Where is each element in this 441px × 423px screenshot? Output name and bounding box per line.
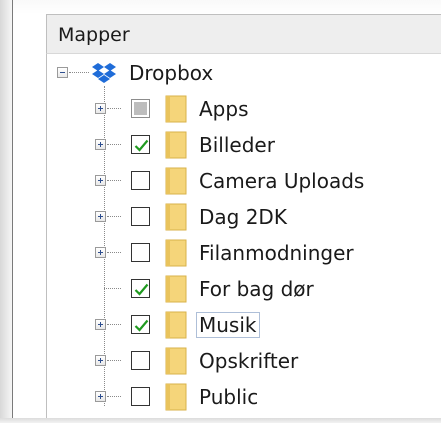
folder-row[interactable]: For bag dør bbox=[0, 272, 441, 308]
expand-toggle-icon[interactable] bbox=[95, 355, 106, 366]
folder-checkbox[interactable] bbox=[131, 315, 150, 334]
top-fade bbox=[13, 0, 441, 14]
folder-label[interactable]: Opskrifter bbox=[196, 348, 301, 374]
folder-label[interactable]: Apps bbox=[196, 96, 252, 122]
folder-row[interactable]: Billeder bbox=[0, 128, 441, 164]
checkmark-icon bbox=[134, 139, 149, 152]
expand-toggle-icon[interactable] bbox=[95, 319, 106, 330]
folders-header: Mapper bbox=[46, 14, 441, 54]
folder-row[interactable]: Camera Uploads bbox=[0, 164, 441, 200]
folder-icon bbox=[165, 203, 187, 231]
folder-row[interactable]: Public bbox=[0, 380, 441, 416]
folder-row[interactable]: Musik bbox=[0, 308, 441, 344]
folder-label[interactable]: For bag dør bbox=[196, 276, 317, 302]
root-label[interactable]: Dropbox bbox=[126, 60, 216, 86]
folder-icon bbox=[165, 239, 187, 267]
folder-icon bbox=[165, 311, 187, 339]
folder-icon bbox=[165, 167, 187, 195]
folder-checkbox[interactable] bbox=[131, 171, 150, 190]
folder-checkbox[interactable] bbox=[131, 99, 150, 118]
folder-icon bbox=[165, 95, 187, 123]
tree-connector bbox=[107, 108, 121, 110]
tree-connector bbox=[107, 396, 121, 398]
folder-row[interactable]: Filanmodninger bbox=[0, 236, 441, 272]
collapse-toggle-icon[interactable] bbox=[57, 67, 68, 78]
tree-connector bbox=[69, 72, 89, 74]
expand-toggle-icon[interactable] bbox=[95, 175, 106, 186]
folder-icon bbox=[165, 347, 187, 375]
tree-connector bbox=[107, 252, 121, 254]
expand-toggle-icon[interactable] bbox=[95, 391, 106, 402]
tree-connector bbox=[107, 216, 121, 218]
folder-label[interactable]: Filanmodninger bbox=[196, 240, 357, 266]
folder-row[interactable]: Opskrifter bbox=[0, 344, 441, 380]
tree-connector bbox=[107, 180, 121, 182]
bottom-edge-shadow bbox=[0, 418, 441, 423]
tree-connector bbox=[107, 324, 121, 326]
dropbox-icon bbox=[92, 63, 116, 83]
folder-checkbox[interactable] bbox=[131, 351, 150, 370]
folder-checkbox[interactable] bbox=[131, 279, 150, 298]
expand-toggle-icon[interactable] bbox=[95, 247, 106, 258]
tree-root-dropbox[interactable]: Dropbox bbox=[0, 56, 441, 92]
folder-checkbox[interactable] bbox=[131, 243, 150, 262]
checkmark-icon bbox=[134, 283, 149, 296]
folders-header-title: Mapper bbox=[58, 24, 130, 46]
folder-icon bbox=[165, 131, 187, 159]
folder-checkbox[interactable] bbox=[131, 387, 150, 406]
expand-toggle-icon[interactable] bbox=[95, 103, 106, 114]
expand-toggle-icon[interactable] bbox=[95, 139, 106, 150]
folder-label[interactable]: Billeder bbox=[196, 132, 278, 158]
folder-icon bbox=[165, 275, 187, 303]
folder-selection-window: Mapper Dropbox Apps Billeder Camera Upload… bbox=[0, 0, 441, 423]
folder-label[interactable]: Dag 2DK bbox=[196, 204, 290, 230]
folder-row[interactable]: Dag 2DK bbox=[0, 200, 441, 236]
folder-label[interactable]: Public bbox=[196, 384, 261, 410]
folder-checkbox[interactable] bbox=[131, 207, 150, 226]
folder-label[interactable]: Camera Uploads bbox=[196, 168, 367, 194]
folder-checkbox[interactable] bbox=[131, 135, 150, 154]
folder-row[interactable]: Apps bbox=[0, 92, 441, 128]
folder-icon bbox=[165, 383, 187, 411]
checkmark-icon bbox=[134, 319, 149, 332]
expand-toggle-icon[interactable] bbox=[95, 211, 106, 222]
tree-connector bbox=[104, 288, 121, 290]
tree-connector bbox=[107, 144, 121, 146]
folder-label[interactable]: Musik bbox=[196, 312, 260, 338]
tree-connector bbox=[107, 360, 121, 362]
